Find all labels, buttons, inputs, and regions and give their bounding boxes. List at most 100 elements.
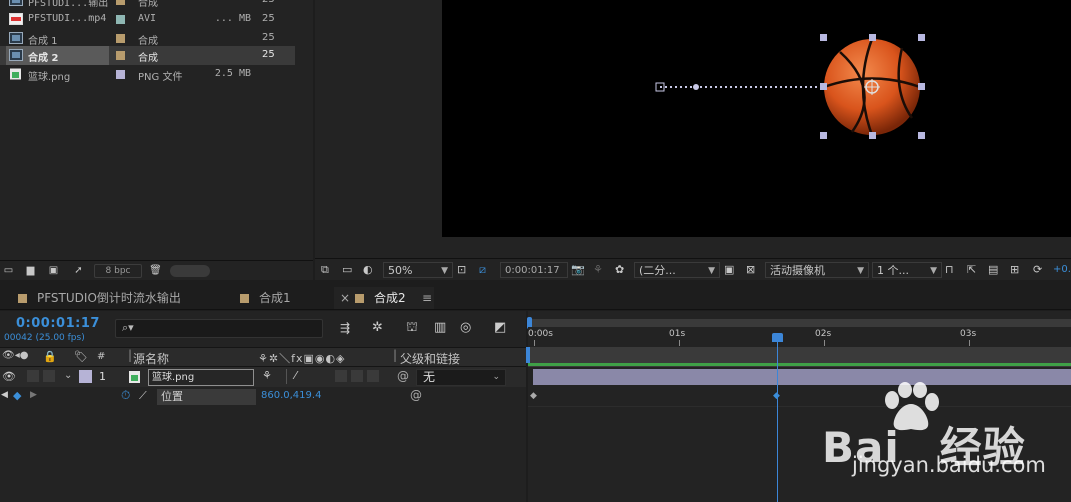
keyframe-marker[interactable]: ◆ [530,391,537,401]
lock-toggle[interactable] [43,370,55,382]
shy-switch-icon[interactable]: ⚘ [262,369,272,382]
tab-comp-2[interactable]: 合成2 [355,290,406,306]
switches-header-icons[interactable]: ⚘✲＼fx▣◉◐◈ [258,350,346,366]
frame-count: 00042 (25.00 fps) [4,333,85,343]
label-swatch[interactable] [116,15,125,24]
zoom-select[interactable]: 50% ▼ [383,262,453,278]
canvas-artwork [655,34,925,139]
image-file-icon [10,68,21,80]
timeline-tabs: PFSTUDIO倒计时流水输出 合成1 × 合成2 ≡ [0,286,1071,310]
toggle-pixel-aspect-icon[interactable]: ⊓ [945,262,954,278]
motion-blur-switch[interactable] [351,370,363,382]
project-item[interactable]: 篮球.png PNG 文件 2.5 MB [0,65,295,84]
mask-icon[interactable]: ◐ [363,262,373,278]
label-swatch[interactable] [116,0,125,5]
viewer-timecode[interactable]: 0:00:01:17 [500,262,568,278]
keyframe-track [528,387,1071,407]
effect-switch[interactable] [335,370,347,382]
ruler-label: 03s [960,329,977,339]
always-preview-icon[interactable]: ⧉ [321,262,329,278]
lock-icon[interactable]: 🔒 [43,350,57,363]
bit-depth-button[interactable]: 8 bpc [94,264,142,278]
project-footer: ▭ ▆ ▣ ➚ 8 bpc 🗑 [0,260,313,280]
prev-keyframe-icon[interactable]: ◀ [1,390,8,400]
project-item-selected[interactable]: 合成 2 合成 25 [0,46,295,65]
expression-pick-whip-icon[interactable]: @ [410,388,422,402]
graph-editor-icon[interactable]: ◩ [494,320,506,335]
resolution-select[interactable]: (二分... ▼ [634,262,720,278]
time-ruler[interactable]: 0:00s 01s 02s 03s [528,327,1071,347]
label-tag-icon[interactable]: 🏷 [74,350,88,363]
flowchart-icon[interactable]: ⊞ [1010,262,1019,278]
draft-3d-icon[interactable]: ✲ [372,320,383,335]
image-file-icon [129,371,140,383]
composition-icon [9,0,23,6]
interpret-footage-icon[interactable]: ▭ [2,265,15,276]
panel-menu-icon[interactable]: ≡ [422,290,432,306]
playhead-handle[interactable] [772,333,783,342]
monitor-icon[interactable]: ▭ [342,262,352,278]
current-time-display[interactable]: 0:00:01:17 [16,316,100,331]
show-snapshot-icon[interactable]: ⚘ [593,262,603,278]
render-progress-bar [528,363,1071,366]
comp-flowchart-icon[interactable]: ⇱ [967,262,976,278]
pick-whip-icon[interactable]: @ [397,369,409,383]
composition-icon [9,49,23,61]
tab-comp-1[interactable]: 合成1 [240,290,291,306]
project-item[interactable]: PFSTUDI...输出 合成 25 [0,0,295,10]
timeline-icon[interactable]: ▤ [988,262,998,278]
shy-layers-icon[interactable]: ⛫ [406,320,418,337]
property-name: 位置 [157,389,256,405]
parent-link-header[interactable]: 父级和链接 [400,350,460,367]
ruler-label: 0:00s [528,329,553,339]
label-swatch[interactable] [116,34,125,43]
stopwatch-icon[interactable]: ⏱ [121,388,130,403]
composition-mini-flowchart-icon[interactable]: ⇶ [340,321,350,335]
frame-blending-icon[interactable]: ▥ [434,320,446,335]
layer-search-input[interactable]: ⌕▾ [115,319,323,338]
trash-icon[interactable]: 🗑 [149,265,162,276]
toggle-grid-icon[interactable]: ⊠ [746,262,755,278]
av-features-icons[interactable]: 👁◂● [2,350,28,361]
label-swatch[interactable] [116,70,125,79]
visibility-eye-icon[interactable]: 👁 [2,370,16,383]
horizontal-scrollbar[interactable] [170,265,210,277]
project-item[interactable]: PFSTUDI...mp4 AVI ... MB 25 [0,10,295,29]
parent-select[interactable]: 无 ⌄ [416,369,506,386]
reset-exposure-icon[interactable]: ⟳ [1033,262,1042,278]
close-tab-icon[interactable]: × [340,290,350,306]
transparency-grid-icon[interactable]: ⧄ [479,262,486,278]
color-channels-icon[interactable]: ✿ [615,262,624,278]
label-swatch[interactable] [116,51,125,60]
solo-toggle[interactable] [27,370,39,382]
layer-name-field[interactable]: 篮球.png [148,369,254,386]
layer-label-swatch[interactable] [79,370,92,383]
tab-pfstudio-output[interactable]: PFSTUDIO倒计时流水输出 [18,290,181,306]
snapshot-camera-icon[interactable]: 📷 [571,262,585,278]
chevron-down-icon[interactable]: ⌄ [64,370,72,381]
region-of-interest-icon[interactable]: ⊡ [457,262,466,278]
views-layout-select[interactable]: 1 个... ▼ [872,262,942,278]
motion-path-point [693,84,699,90]
composition-canvas[interactable] [442,0,1071,237]
layer-number: 1 [99,370,106,383]
motion-blur-icon[interactable]: ◎ [460,320,471,335]
layer-duration-bar[interactable] [533,369,1071,385]
fast-preview-icon[interactable]: ▣ [724,262,734,278]
work-area-bar[interactable] [528,319,1071,327]
position-value[interactable]: 860.0,419.4 [261,390,321,401]
new-folder-icon[interactable]: ▆ [24,265,37,276]
3d-layer-switch[interactable] [367,370,379,382]
next-keyframe-icon[interactable]: ▶ [30,390,37,400]
add-keyframe-icon[interactable]: ◆ [13,389,21,402]
watermark-url: jingyan.baidu.com [852,453,1046,477]
new-composition-icon[interactable]: ▣ [47,265,60,276]
ruler-label: 02s [815,329,832,339]
render-queue-icon[interactable]: ➚ [72,265,85,276]
graph-icon[interactable]: ⟋ [139,389,147,403]
quality-switch-icon[interactable]: ⁄ [286,369,304,384]
source-name-header[interactable]: 源名称 [133,350,169,367]
exposure-value[interactable]: +0.0 [1053,262,1071,278]
camera-select[interactable]: 活动摄像机 ▼ [765,262,869,278]
search-icon: ⌕▾ [122,321,134,334]
